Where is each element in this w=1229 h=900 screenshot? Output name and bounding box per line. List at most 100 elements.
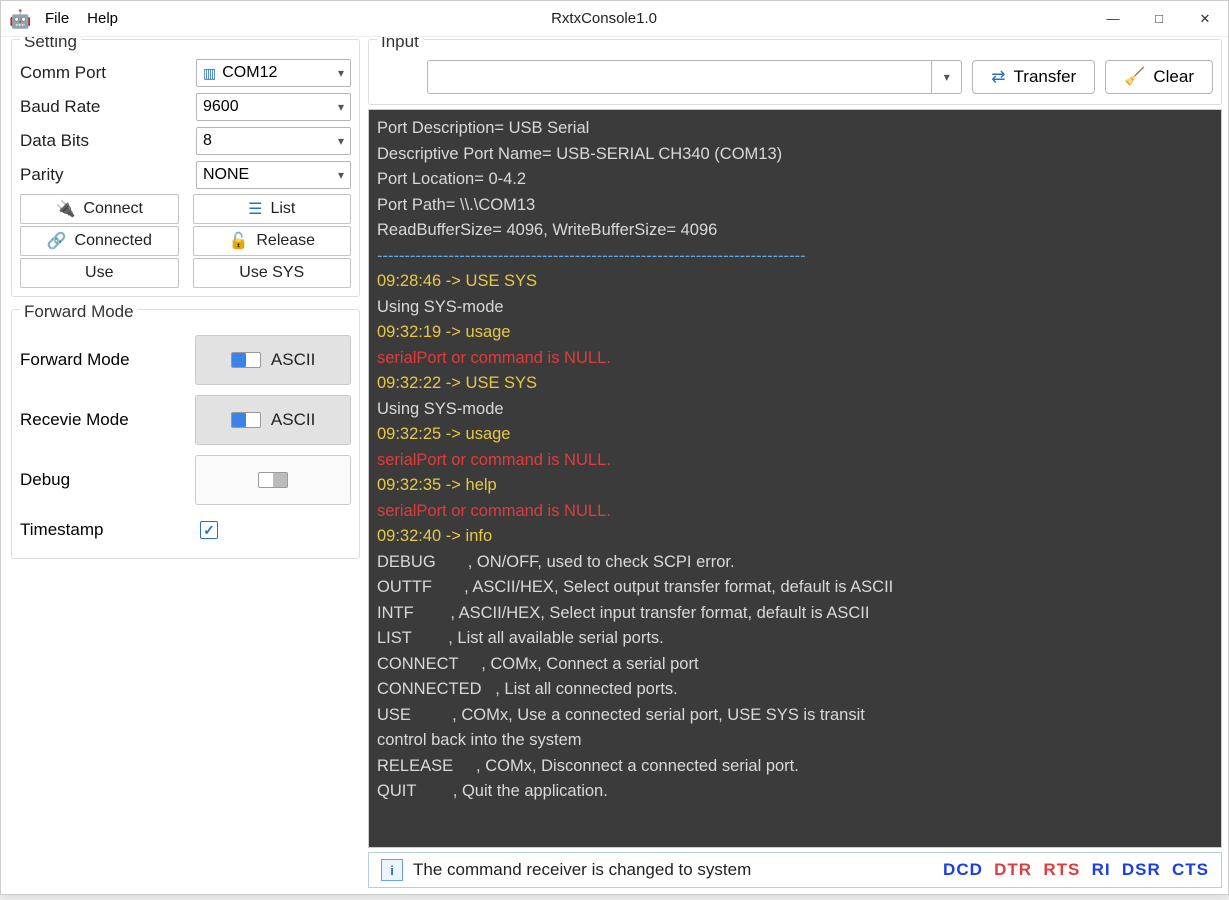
- menu-file[interactable]: File: [45, 10, 69, 27]
- receive-mode-label: Recevie Mode: [20, 410, 195, 430]
- connected-label: Connected: [75, 232, 152, 250]
- forward-mode-toggle[interactable]: ASCII: [195, 335, 351, 385]
- console-line: INTF , ASCII/HEX, Select input transfer …: [377, 601, 1213, 627]
- switch-icon: [258, 472, 288, 488]
- console-line: control back into the system: [377, 728, 1213, 754]
- status-bar: i The command receiver is changed to sys…: [368, 852, 1222, 888]
- signal-cts: CTS: [1172, 860, 1209, 879]
- console-line: Descriptive Port Name= USB-SERIAL CH340 …: [377, 142, 1213, 168]
- use-sys-button[interactable]: Use SYS: [193, 258, 352, 288]
- baud-rate-value: 9600: [203, 98, 239, 116]
- clear-button[interactable]: 🧹 Clear: [1105, 60, 1213, 94]
- setting-group: Setting Comm Port ▥ COM12 ▾ Baud Rate 9: [11, 39, 360, 297]
- forward-mode-value: ASCII: [271, 350, 315, 370]
- console-line: QUIT , Quit the application.: [377, 779, 1213, 805]
- command-input[interactable]: ▾: [427, 60, 962, 94]
- plug-icon: 🔌: [55, 199, 75, 219]
- right-panel: Input ▾ ⇄ Transfer 🧹 Clear P: [366, 37, 1228, 894]
- signal-flags: DCD DTR RTS RI DSR CTS: [943, 860, 1209, 880]
- app-icon: 🤖: [9, 9, 29, 29]
- switch-icon: [231, 352, 261, 368]
- use-button[interactable]: Use: [20, 258, 179, 288]
- menu-help[interactable]: Help: [87, 10, 118, 27]
- console-line: serialPort or command is NULL.: [377, 346, 1213, 372]
- link-icon: 🔗: [47, 231, 67, 251]
- connect-button[interactable]: 🔌 Connect: [20, 194, 179, 224]
- debug-label: Debug: [20, 470, 195, 490]
- console-line: serialPort or command is NULL.: [377, 499, 1213, 525]
- signal-ri: RI: [1092, 860, 1111, 879]
- debug-toggle[interactable]: [195, 455, 351, 505]
- console-line: CONNECTED , List all connected ports.: [377, 677, 1213, 703]
- transfer-button[interactable]: ⇄ Transfer: [972, 60, 1095, 94]
- release-button[interactable]: 🔓Release: [193, 226, 352, 256]
- data-bits-select[interactable]: 8 ▾: [196, 127, 351, 155]
- console-line: CONNECT , COMx, Connect a serial port: [377, 652, 1213, 678]
- console-line: serialPort or command is NULL.: [377, 448, 1213, 474]
- chevron-down-icon[interactable]: ▾: [931, 61, 961, 93]
- window-title: RxtxConsole1.0: [118, 10, 1090, 27]
- console-line: DEBUG , ON/OFF, used to check SCPI error…: [377, 550, 1213, 576]
- console-line: 09:32:25 -> usage: [377, 422, 1213, 448]
- app-window: 🤖 File Help RxtxConsole1.0 — □ ✕ Setting…: [0, 0, 1229, 895]
- console-line: 09:32:19 -> usage: [377, 320, 1213, 346]
- console-line: Using SYS-mode: [377, 295, 1213, 321]
- comm-port-select[interactable]: ▥ COM12 ▾: [196, 59, 351, 87]
- console-line: OUTTF , ASCII/HEX, Select output transfe…: [377, 575, 1213, 601]
- console-line: LIST , List all available serial ports.: [377, 626, 1213, 652]
- receive-mode-value: ASCII: [271, 410, 315, 430]
- input-title: Input: [377, 37, 423, 52]
- port-icon: ▥: [203, 65, 216, 82]
- signal-dcd: DCD: [943, 860, 983, 879]
- connect-label: Connect: [83, 200, 143, 218]
- comm-port-label: Comm Port: [20, 63, 190, 83]
- chevron-down-icon: ▾: [338, 168, 344, 182]
- clear-label: Clear: [1153, 67, 1194, 87]
- info-icon: i: [381, 859, 403, 881]
- data-bits-value: 8: [203, 132, 212, 150]
- signal-dsr: DSR: [1122, 860, 1161, 879]
- console-line: USE , COMx, Use a connected serial port,…: [377, 703, 1213, 729]
- list-button[interactable]: ☰List: [193, 194, 352, 224]
- timestamp-label: Timestamp: [20, 520, 200, 540]
- chevron-down-icon: ▾: [338, 66, 344, 80]
- console-line: RELEASE , COMx, Disconnect a connected s…: [377, 754, 1213, 780]
- unlink-icon: 🔓: [228, 231, 248, 251]
- baud-rate-select[interactable]: 9600 ▾: [196, 93, 351, 121]
- comm-port-value: COM12: [222, 64, 277, 82]
- left-panel: Setting Comm Port ▥ COM12 ▾ Baud Rate 9: [1, 37, 366, 894]
- receive-mode-toggle[interactable]: ASCII: [195, 395, 351, 445]
- console-line: ----------------------------------------…: [377, 244, 1213, 270]
- data-bits-label: Data Bits: [20, 131, 190, 151]
- connected-button[interactable]: 🔗 Connected: [20, 226, 179, 256]
- use-sys-label: Use SYS: [239, 264, 304, 282]
- console-line: Port Path= \\.\COM13: [377, 193, 1213, 219]
- console-line: ReadBufferSize= 4096, WriteBufferSize= 4…: [377, 218, 1213, 244]
- forward-mode-label: Forward Mode: [20, 350, 195, 370]
- titlebar: 🤖 File Help RxtxConsole1.0 — □ ✕: [1, 1, 1228, 37]
- timestamp-checkbox[interactable]: ✓: [200, 521, 218, 539]
- console-line: Port Location= 0-4.2: [377, 167, 1213, 193]
- console-line: 09:32:40 -> info: [377, 524, 1213, 550]
- console-output[interactable]: Port Description= USB SerialDescriptive …: [368, 109, 1222, 848]
- transfer-icon: ⇄: [991, 67, 1005, 87]
- maximize-button[interactable]: □: [1136, 1, 1182, 37]
- broom-icon: 🧹: [1124, 67, 1145, 87]
- baud-rate-label: Baud Rate: [20, 97, 190, 117]
- forward-mode-title: Forward Mode: [20, 302, 138, 322]
- console-line: 09:32:35 -> help: [377, 473, 1213, 499]
- signal-rts: RTS: [1043, 860, 1080, 879]
- parity-select[interactable]: NONE ▾: [196, 161, 351, 189]
- parity-value: NONE: [203, 166, 249, 184]
- chevron-down-icon: ▾: [338, 134, 344, 148]
- list-label: List: [270, 200, 295, 218]
- close-button[interactable]: ✕: [1182, 1, 1228, 37]
- chevron-down-icon: ▾: [338, 100, 344, 114]
- signal-dtr: DTR: [994, 860, 1032, 879]
- setting-title: Setting: [20, 37, 81, 52]
- transfer-label: Transfer: [1014, 67, 1077, 87]
- input-group: Input ▾ ⇄ Transfer 🧹 Clear: [368, 39, 1222, 105]
- status-message: The command receiver is changed to syste…: [413, 860, 933, 880]
- console-line: Port Description= USB Serial: [377, 116, 1213, 142]
- minimize-button[interactable]: —: [1090, 1, 1136, 37]
